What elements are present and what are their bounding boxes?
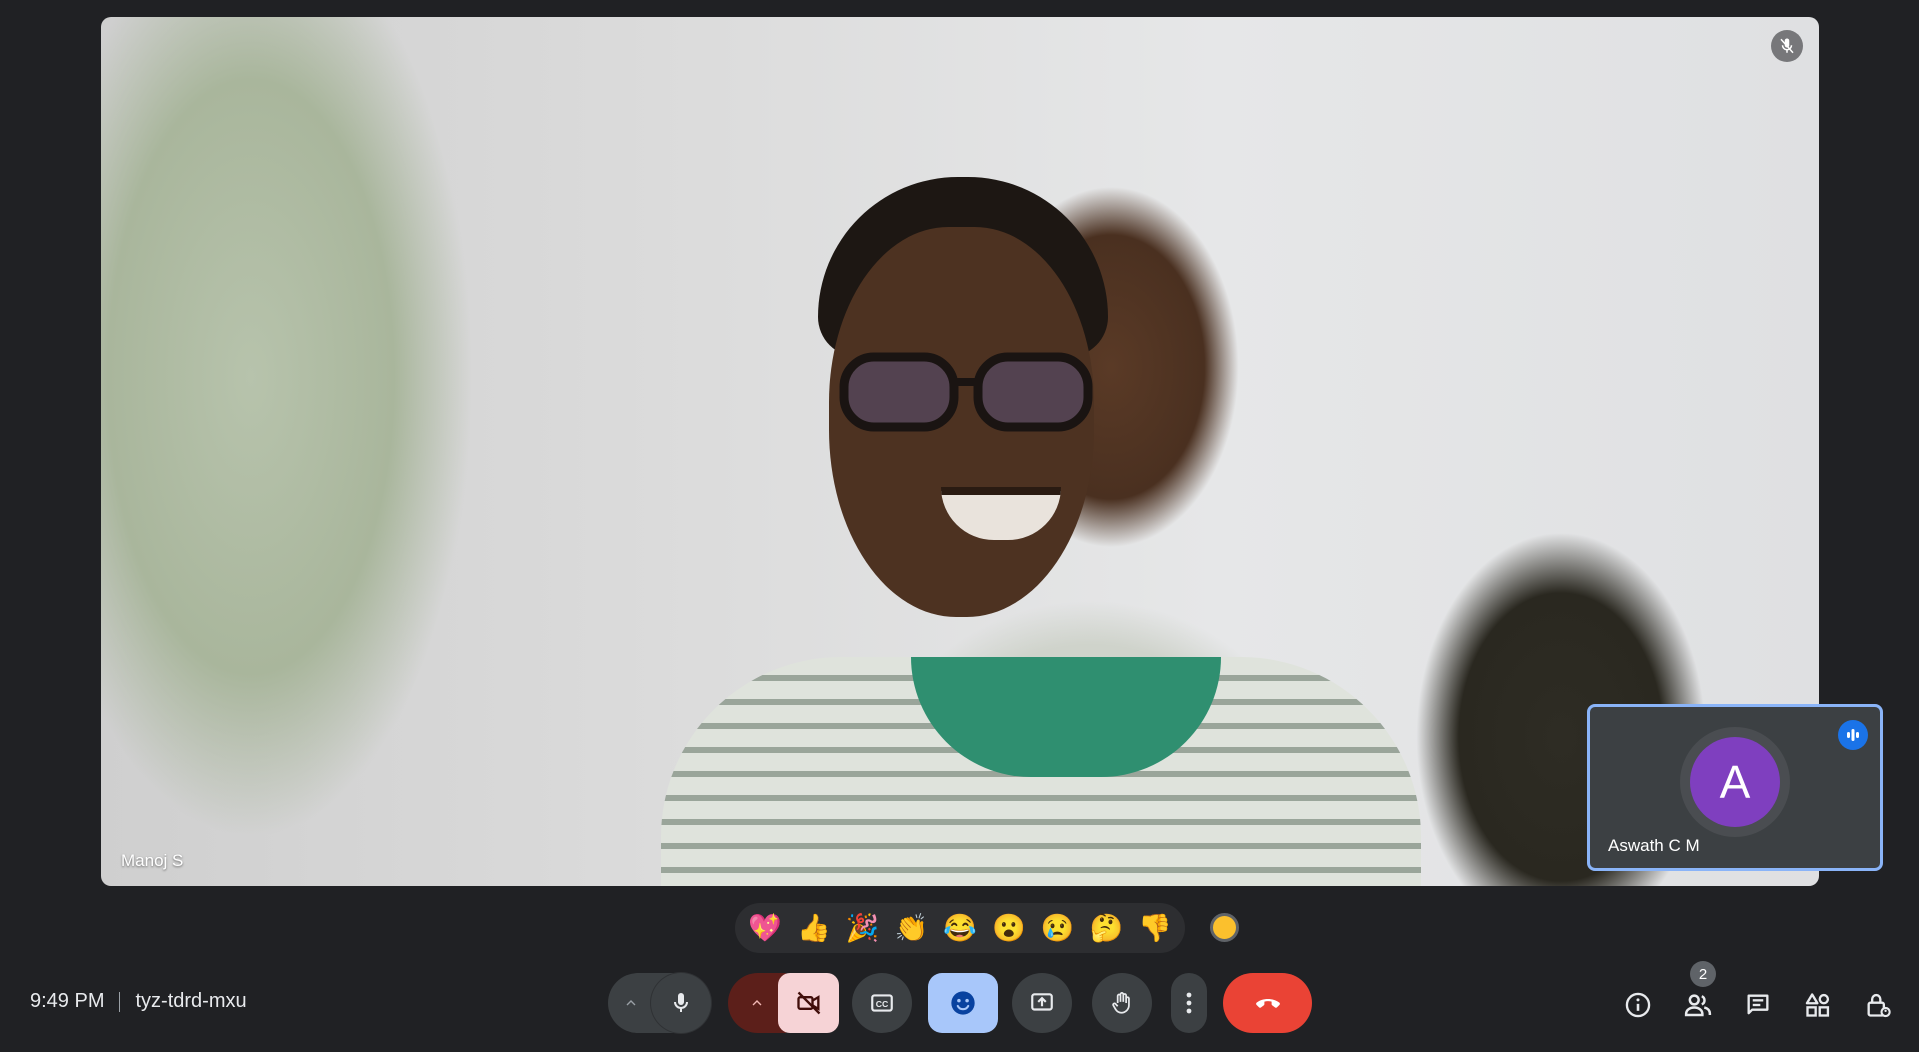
chat-icon — [1747, 994, 1769, 1015]
people-button[interactable]: 2 — [1678, 961, 1718, 1025]
present-screen-button[interactable] — [1012, 973, 1072, 1033]
reactions-bar: 💖 👍 🎉 👏 😂 😮 😢 🤔 👎 — [735, 903, 1185, 953]
info-icon — [1625, 992, 1651, 1018]
meeting-code: tyz-tdrd-mxu — [135, 990, 247, 1012]
captions-button[interactable]: CC — [852, 973, 912, 1033]
main-participant-name: Manoj S — [121, 851, 184, 870]
closed-captions-icon: CC — [871, 994, 893, 1012]
raise-hand-button[interactable] — [1092, 973, 1152, 1033]
mic-button[interactable] — [651, 973, 711, 1033]
chevron-up-icon — [752, 1000, 762, 1006]
reaction-party-popper[interactable]: 🎉 — [842, 907, 884, 949]
mic-group — [608, 973, 711, 1033]
avatar: A — [1690, 737, 1780, 827]
meeting-info: 9:49 PM tyz-tdrd-mxu — [30, 990, 247, 1013]
reaction-crying[interactable]: 😢 — [1037, 907, 1079, 949]
activities-shapes-icon — [1805, 993, 1830, 1017]
people-icon — [1684, 994, 1712, 1017]
mic-icon — [674, 993, 688, 1012]
camera-button[interactable] — [778, 973, 839, 1033]
reactions-button[interactable] — [928, 973, 998, 1033]
emoji-smile-icon — [951, 991, 975, 1015]
svg-text:CC: CC — [876, 999, 889, 1009]
lock-person-icon — [1867, 993, 1891, 1018]
side-panel-controls: 2 — [1618, 961, 1908, 1025]
present-screen-icon — [1031, 993, 1053, 1011]
speaking-indicator-icon — [1838, 720, 1868, 750]
hang-up-icon — [1255, 999, 1280, 1008]
video-subject-glasses — [839, 352, 1093, 432]
more-vert-icon — [1186, 992, 1192, 1014]
more-options-button[interactable] — [1171, 973, 1207, 1033]
muted-mic-icon — [1771, 30, 1803, 62]
reaction-thumbs-down[interactable]: 👎 — [1134, 907, 1176, 949]
meeting-details-button[interactable] — [1618, 985, 1658, 1025]
reaction-thinking[interactable]: 🤔 — [1085, 907, 1127, 949]
audio-options-button[interactable] — [608, 973, 654, 1033]
self-view-tile[interactable]: A Aswath C M — [1587, 704, 1883, 871]
chevron-up-icon — [626, 1000, 636, 1006]
hand-icon — [1112, 992, 1130, 1014]
clock-time: 9:49 PM — [30, 990, 105, 1012]
camera-off-icon — [796, 991, 820, 1015]
people-count-badge: 2 — [1690, 961, 1716, 987]
reaction-sparkling-heart[interactable]: 💖 — [744, 907, 786, 949]
host-controls-button[interactable] — [1858, 985, 1898, 1025]
reaction-thumbs-up[interactable]: 👍 — [793, 907, 835, 949]
reaction-laughing[interactable]: 😂 — [939, 907, 981, 949]
leave-call-button[interactable] — [1223, 973, 1312, 1033]
camera-group — [728, 973, 839, 1033]
self-participant-name: Aswath C M — [1608, 836, 1700, 855]
avatar-ring: A — [1680, 727, 1790, 837]
activities-button[interactable] — [1798, 985, 1838, 1025]
reaction-surprised[interactable]: 😮 — [988, 907, 1030, 949]
chat-button[interactable] — [1738, 985, 1778, 1025]
skin-tone-selector[interactable] — [1210, 913, 1239, 942]
divider — [119, 991, 121, 1012]
main-video-tile: Manoj S — [101, 17, 1819, 886]
reaction-clapping[interactable]: 👏 — [890, 907, 932, 949]
